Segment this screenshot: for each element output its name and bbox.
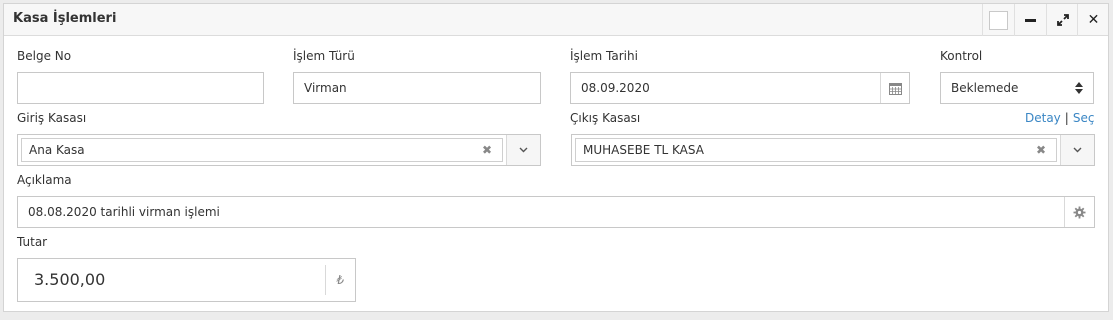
giris-kasasi-value: Ana Kasa [29,143,85,157]
close-button[interactable]: ✕ [1077,4,1109,36]
aciklama-label: Açıklama [17,173,72,187]
lira-icon: ₺ [325,265,355,295]
window-titlebar: Kasa İşlemleri ✕ [4,4,1108,36]
belge-no-input[interactable] [17,72,264,104]
tutar-label: Tutar [17,235,48,249]
aciklama-settings-button[interactable] [1064,197,1094,227]
expand-icon [1056,14,1069,26]
giris-kasasi-select[interactable]: Ana Kasa ✖ [17,134,541,166]
sec-link[interactable]: Seç [1073,111,1095,125]
giris-kasasi-label: Giriş Kasası [17,111,87,125]
gear-icon [1073,206,1086,218]
cikis-kasasi-selection[interactable]: MUHASEBE TL KASA ✖ [575,138,1057,162]
islem-turu-value: Virman [304,81,347,95]
cikis-kasasi-value: MUHASEBE TL KASA [583,143,704,157]
kontrol-label: Kontrol [940,49,983,63]
close-icon: ✕ [1087,12,1100,28]
sort-arrows-icon [1075,82,1083,94]
islem-tarihi-label: İşlem Tarihi [570,49,638,63]
calendar-button[interactable] [880,73,909,103]
checkbox-icon [989,10,1008,30]
belge-no-label: Belge No [17,49,72,63]
aciklama-value: 08.08.2020 tarihli virman işlemi [28,205,220,219]
chevron-down-icon [1073,147,1082,153]
islem-turu-label: İşlem Türü [293,49,355,63]
giris-kasasi-selection[interactable]: Ana Kasa ✖ [21,138,503,162]
islem-tarihi-value: 08.09.2020 [581,81,650,95]
aciklama-input[interactable]: 08.08.2020 tarihli virman işlemi [17,196,1095,228]
tutar-value: 3.500,00 [34,270,106,289]
islem-turu-input[interactable]: Virman [293,72,541,104]
islem-tarihi-input[interactable]: 08.09.2020 [570,72,910,104]
kontrol-select[interactable]: Beklemede [940,72,1094,104]
cikis-kasasi-select[interactable]: MUHASEBE TL KASA ✖ [571,134,1095,166]
clear-x-icon[interactable]: ✖ [482,143,492,157]
kasa-links: Detay | Seç [1025,111,1094,125]
expand-button[interactable] [1046,4,1078,36]
calendar-icon [888,82,902,95]
kontrol-value: Beklemede [951,81,1019,95]
cikis-kasasi-dropdown-button[interactable] [1060,135,1094,165]
minimize-button[interactable] [1014,4,1046,36]
kasa-islemleri-window: Kasa İşlemleri ✕ Belge No İşlem Türü İşl… [3,3,1109,312]
select-checkbox[interactable] [982,4,1014,36]
clear-x-icon[interactable]: ✖ [1036,143,1046,157]
cikis-kasasi-label: Çıkış Kasası [570,111,641,125]
chevron-down-icon [519,147,528,153]
detay-link[interactable]: Detay [1025,111,1061,125]
link-separator: | [1064,111,1069,125]
minimize-icon [1025,18,1036,22]
tutar-input[interactable]: 3.500,00 ₺ [17,258,356,302]
window-title: Kasa İşlemleri [13,11,117,26]
giris-kasasi-dropdown-button[interactable] [506,135,540,165]
